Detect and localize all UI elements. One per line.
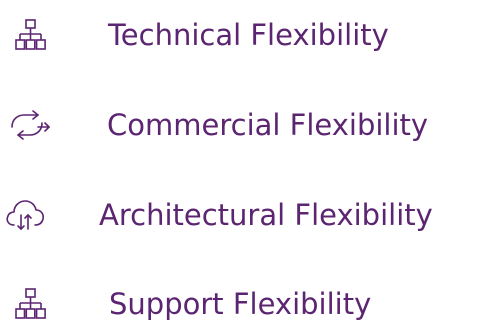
item-label: Architectural Flexibility bbox=[99, 198, 433, 232]
exchange-arrows-icon bbox=[8, 108, 52, 142]
list-item-technical-flexibility: Technical Flexibility bbox=[0, 10, 495, 60]
item-label: Technical Flexibility bbox=[108, 18, 389, 52]
feature-list: Technical Flexibility Commercial Flexibi… bbox=[0, 0, 495, 328]
list-item-architectural-flexibility: Architectural Flexibility bbox=[0, 190, 495, 240]
item-label: Support Flexibility bbox=[109, 287, 372, 321]
list-item-support-flexibility: Support Flexibility bbox=[0, 279, 495, 328]
hierarchy-icon bbox=[14, 287, 54, 321]
hierarchy-icon bbox=[14, 18, 54, 52]
list-item-commercial-flexibility: Commercial Flexibility bbox=[0, 100, 495, 150]
item-label: Commercial Flexibility bbox=[107, 108, 429, 142]
cloud-transfer-icon bbox=[4, 198, 46, 232]
